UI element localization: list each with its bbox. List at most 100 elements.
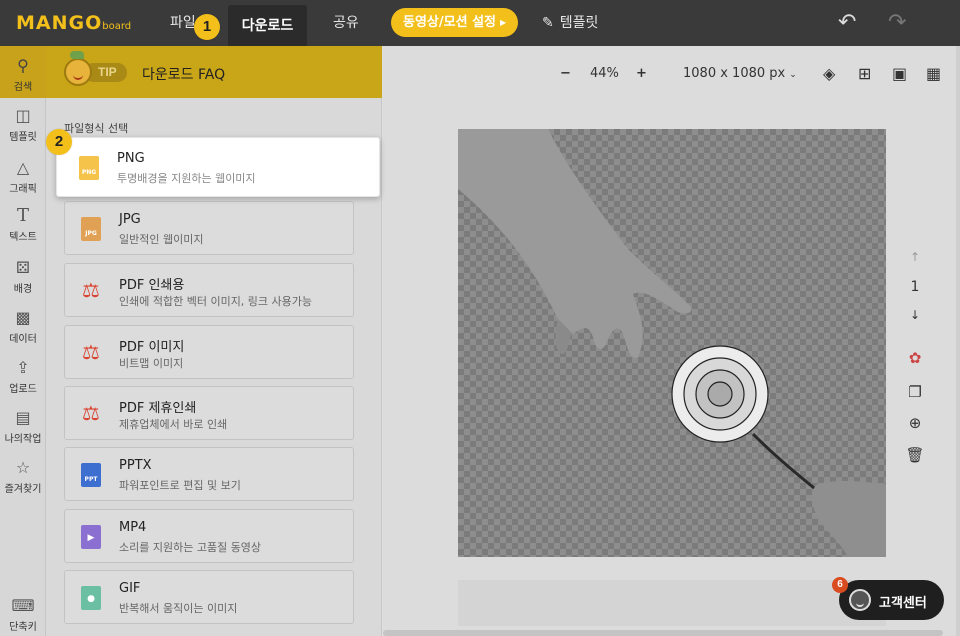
zoom-level: 44% xyxy=(590,66,619,81)
leaf-icon xyxy=(70,51,84,59)
format-option-pptx[interactable]: PPT PPTX 파워포인트로 편집 및 보기 xyxy=(64,447,354,501)
icon-label: PNG xyxy=(81,169,97,176)
rail-item-graphic[interactable]: △ 그래픽 xyxy=(0,158,46,195)
zoom-in-button[interactable]: + xyxy=(636,66,647,81)
page-up-button[interactable]: ↑ xyxy=(904,250,926,264)
format-option-gif[interactable]: ● GIF 반복해서 움직이는 이미지 xyxy=(64,570,354,624)
rail-item-background[interactable]: ⚄ 배경 xyxy=(0,258,46,295)
customer-center-button[interactable]: 고객센터 xyxy=(839,580,944,620)
format-name: GIF xyxy=(119,581,141,596)
background-icon: ⚄ xyxy=(16,258,30,277)
format-option-pdf-print[interactable]: ⚖ PDF 인쇄용 인쇄에 적합한 벡터 이미지, 링크 사용가능 xyxy=(64,263,354,317)
support-face-icon xyxy=(849,589,871,611)
menu-share[interactable]: 공유 xyxy=(333,12,359,32)
rail-label: 즐겨찾기 xyxy=(4,484,42,495)
layers-icon[interactable]: ◈ xyxy=(823,64,835,84)
grid-view-icon[interactable]: ▦ xyxy=(926,64,941,84)
customer-center-label: 고객센터 xyxy=(879,596,927,611)
format-description: 비트맵 이미지 xyxy=(119,357,184,370)
pdf-icon: ⚖ xyxy=(82,403,100,425)
jpg-file-icon: JPG xyxy=(81,217,101,241)
icon-label: PPT xyxy=(84,476,98,483)
color-picker-icon[interactable]: ✿ xyxy=(904,349,926,367)
canvas-size-select[interactable]: 1080 x 1080 px ⌄ xyxy=(683,66,797,81)
format-option-mp4[interactable]: ▶ MP4 소리를 지원하는 고품질 동영상 xyxy=(64,509,354,563)
page-down-button[interactable]: ↓ xyxy=(904,308,926,322)
printer-icon: ▤ xyxy=(15,408,31,427)
format-option-pdf-partner-print[interactable]: ⚖ PDF 제휴인쇄 제휴업체에서 바로 인쇄 xyxy=(64,386,354,440)
redo-icon[interactable]: ↷ xyxy=(888,10,906,35)
rail-label: 데이터 xyxy=(9,334,37,345)
pptx-file-icon: PPT xyxy=(81,463,101,487)
design-artboard[interactable] xyxy=(458,129,886,557)
step-marker-1: 1 xyxy=(194,14,220,40)
rail-item-template[interactable]: ◫ 템플릿 xyxy=(0,106,46,143)
canvas-size-label: 1080 x 1080 px xyxy=(683,66,786,81)
resize-icon[interactable]: ▣ xyxy=(892,64,907,84)
pdf-icon: ⚖ xyxy=(82,342,100,364)
zoom-out-button[interactable]: − xyxy=(560,66,571,81)
menu-file[interactable]: 파일 xyxy=(170,12,196,32)
rail-label: 텍스트 xyxy=(9,232,37,243)
chevron-down-icon: ⌄ xyxy=(789,70,797,80)
format-description: 일반적인 웹이미지 xyxy=(119,233,204,246)
format-option-pdf-image[interactable]: ⚖ PDF 이미지 비트맵 이미지 xyxy=(64,325,354,379)
next-page-placeholder[interactable] xyxy=(458,580,886,626)
rail-item-shortcuts[interactable]: ⌨ 단축키 xyxy=(0,596,46,633)
tip-banner[interactable]: TIP 다운로드 FAQ xyxy=(46,46,382,98)
format-option-jpg[interactable]: JPG JPG 일반적인 웹이미지 xyxy=(64,201,354,255)
left-rail: ⚲ 검색 ◫ 템플릿 △ 그래픽 T 텍스트 ⚄ 배경 ▩ 데이터 ⇪ 업로드 … xyxy=(0,46,46,636)
rail-item-my-work[interactable]: ▤ 나의작업 xyxy=(0,408,46,445)
add-page-icon[interactable]: ⊕ xyxy=(904,414,926,432)
format-name: PDF 이미지 xyxy=(119,340,185,355)
mangoboard-logo[interactable]: MANGOboard xyxy=(16,12,131,34)
star-icon: ☆ xyxy=(15,458,31,477)
undo-icon[interactable]: ↶ xyxy=(838,10,856,35)
template-link[interactable]: ✎ 템플릿 xyxy=(542,12,598,32)
png-file-icon: PNG xyxy=(79,156,99,180)
format-name: PPTX xyxy=(119,458,152,473)
rail-label: 단축키 xyxy=(9,622,37,633)
chart-icon: ▩ xyxy=(15,308,31,327)
logo-subtext: board xyxy=(102,21,132,32)
rail-item-data[interactable]: ▩ 데이터 xyxy=(0,308,46,345)
format-description: 반복해서 움직이는 이미지 xyxy=(119,602,238,615)
vertical-scrollbar[interactable] xyxy=(956,46,960,636)
rail-item-text[interactable]: T 텍스트 xyxy=(0,205,46,244)
horizontal-scrollbar[interactable] xyxy=(383,630,943,636)
logo-text: MANGO xyxy=(16,12,103,34)
motion-settings-button[interactable]: 동영상/모션 설정 ▶ xyxy=(391,8,519,37)
text-icon: T xyxy=(16,205,29,226)
page-number: 1 xyxy=(910,279,920,295)
rail-item-upload[interactable]: ⇪ 업로드 xyxy=(0,358,46,395)
format-description: 제휴업체에서 바로 인쇄 xyxy=(119,418,228,431)
gif-file-icon: ● xyxy=(81,586,101,610)
rail-label: 검색 xyxy=(13,82,33,93)
video-file-icon: ▶ xyxy=(81,525,101,549)
download-panel: TIP 다운로드 FAQ 파일형식 선택 PNG PNG 투명배경을 지원하는 … xyxy=(46,46,382,636)
format-description: 인쇄에 적합한 벡터 이미지, 링크 사용가능 xyxy=(119,295,313,308)
top-bar: MANGOboard 파일 다운로드 공유 동영상/모션 설정 ▶ ✎ 템플릿 ↶ … xyxy=(0,0,960,47)
step-marker-2: 2 xyxy=(46,129,72,155)
pdf-icon: ⚖ xyxy=(82,280,100,302)
keyboard-icon: ⌨ xyxy=(11,596,35,615)
icon-label: JPG xyxy=(85,230,97,237)
section-label: 파일형식 선택 xyxy=(64,122,129,135)
rail-label: 템플릿 xyxy=(9,132,37,143)
graphic-icon: △ xyxy=(16,158,30,177)
format-name: MP4 xyxy=(119,520,147,535)
canvas-workarea: − 44% + 1080 x 1080 px ⌄ ◈ ⊞ ▣ ▦ ↑ 1 ↓ ✿ … xyxy=(383,46,960,636)
rail-item-favorites[interactable]: ☆ 즐겨찾기 xyxy=(0,458,46,495)
crop-icon[interactable]: ⊞ xyxy=(858,64,871,84)
mango-mascot-icon xyxy=(64,58,92,86)
format-option-png[interactable]: PNG PNG 투명배경을 지원하는 웹이미지 xyxy=(56,137,380,197)
delete-page-icon[interactable]: 🗑 xyxy=(904,446,926,464)
menu-download[interactable]: 다운로드 xyxy=(228,5,307,47)
pencil-icon: ✎ xyxy=(542,15,554,31)
rail-label: 업로드 xyxy=(9,384,37,395)
format-name: PNG xyxy=(117,151,145,166)
duplicate-page-icon[interactable]: ❐ xyxy=(904,383,926,401)
rail-item-search[interactable]: ⚲ 검색 xyxy=(0,46,46,98)
format-name: PDF 제휴인쇄 xyxy=(119,401,197,416)
format-description: 투명배경을 지원하는 웹이미지 xyxy=(117,172,256,185)
